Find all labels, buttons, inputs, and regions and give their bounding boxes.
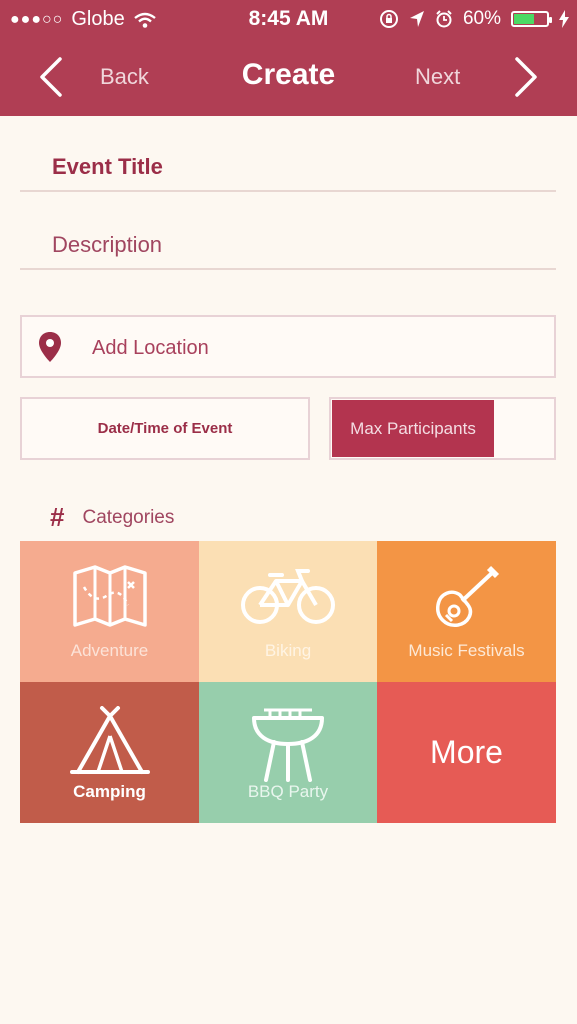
- location-pin-icon: [39, 332, 61, 362]
- page-title: Create: [241, 58, 336, 91]
- category-label: Adventure: [70, 641, 149, 660]
- add-location-field[interactable]: Add Location: [20, 315, 556, 378]
- map-icon: [72, 565, 147, 627]
- battery-icon: [511, 11, 552, 27]
- nav-bar: Back Create Next: [0, 38, 577, 116]
- location-arrow-icon: [409, 11, 424, 27]
- rotation-lock-icon: [379, 10, 398, 28]
- categories-heading: # Categories: [50, 502, 174, 533]
- more-label: More: [430, 734, 503, 770]
- category-label: BBQ Party: [247, 782, 329, 801]
- hashtag-icon: #: [50, 502, 65, 532]
- category-grid: Adventure Biking Music Festivals Camping…: [20, 541, 556, 823]
- grill-icon: [252, 708, 324, 782]
- category-label: Music Festivals: [408, 641, 525, 660]
- battery-fill: [514, 14, 535, 24]
- guitar-icon: [435, 565, 499, 627]
- event-title-field[interactable]: Event Title: [20, 150, 556, 192]
- status-right: 60%: [379, 8, 569, 30]
- tent-icon: [69, 706, 150, 774]
- category-label: Camping: [73, 782, 146, 801]
- datetime-button[interactable]: Date/Time of Event: [20, 397, 310, 460]
- add-location-label: Add Location: [92, 337, 209, 359]
- description-label: Description: [52, 232, 163, 257]
- description-field[interactable]: Description: [20, 228, 556, 270]
- max-participants-field[interactable]: Max Participants: [329, 397, 556, 460]
- max-participants-button[interactable]: Max Participants: [332, 400, 494, 457]
- alarm-icon: [436, 10, 452, 28]
- bicycle-icon: [241, 569, 335, 624]
- next-button[interactable]: Next: [415, 64, 460, 90]
- category-camping[interactable]: Camping: [20, 682, 199, 823]
- header: ●●●○○ Globe 8:45 AM 60% Back Create Next: [0, 0, 577, 116]
- category-music-festivals[interactable]: Music Festivals: [377, 541, 556, 682]
- status-bar: ●●●○○ Globe 8:45 AM 60%: [0, 0, 577, 38]
- category-adventure[interactable]: Adventure: [20, 541, 199, 682]
- datetime-label: Date/Time of Event: [97, 420, 233, 437]
- charging-bolt-icon: [559, 10, 569, 28]
- category-label: Biking: [264, 641, 312, 660]
- category-bbq-party[interactable]: BBQ Party: [199, 682, 377, 823]
- max-participants-label: Max Participants: [350, 418, 476, 438]
- category-biking[interactable]: Biking: [199, 541, 377, 682]
- chevron-right-icon[interactable]: [513, 56, 539, 98]
- battery-percent: 60%: [462, 8, 501, 29]
- category-more[interactable]: More: [377, 682, 556, 823]
- event-title-label: Event Title: [52, 154, 163, 179]
- categories-label: Categories: [82, 506, 175, 528]
